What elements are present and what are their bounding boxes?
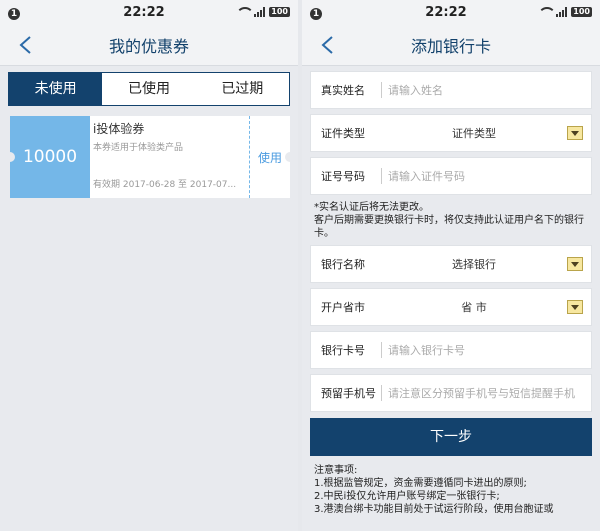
phone-row: 预留手机号 请注意区分预留手机号与短信提醒手机 — [310, 374, 592, 412]
status-time: 22:22 — [425, 4, 467, 20]
bank-row[interactable]: 银行名称 选择银行 — [310, 245, 592, 283]
notes-item: 2.中民i投仅允许用户账号绑定一张银行卡; — [314, 491, 500, 502]
coupon-tabs: 未使用 已使用 已过期 — [8, 72, 290, 106]
realname-note-line1: *实名认证后将无法更改。 — [314, 202, 429, 213]
signal-icon — [254, 7, 266, 17]
coupon-validity: 有效期 2017-06-28 至 2017-07... — [93, 180, 237, 190]
back-arrow-icon[interactable] — [18, 36, 32, 54]
coupon-body: i投体验券 本券适用于体验类产品 有效期 2017-06-28 至 2017-0… — [90, 116, 250, 198]
id-type-row[interactable]: 证件类型 证件类型 — [310, 114, 592, 152]
notes-title: 注意事项: — [314, 465, 358, 476]
coupon-amount: 10000 — [5, 116, 90, 198]
bank-card-form: 真实姓名 请输入姓名 证件类型 证件类型 证号号码 请输入证件号码 *实名认证后… — [302, 66, 600, 516]
name-row: 真实姓名 请输入姓名 — [310, 71, 592, 109]
status-time: 22:22 — [123, 4, 165, 20]
wifi-icon — [538, 7, 557, 17]
back-arrow-icon[interactable] — [320, 36, 334, 54]
dropdown-arrow-icon[interactable] — [567, 126, 583, 140]
card-number-label: 银行卡号 — [321, 344, 365, 357]
card-number-row: 银行卡号 请输入银行卡号 — [310, 331, 592, 369]
battery-icon: 100 — [269, 7, 290, 17]
dropdown-arrow-icon[interactable] — [567, 300, 583, 314]
phone-label: 预留手机号 — [321, 387, 376, 400]
nav-bar: 我的优惠券 — [0, 24, 298, 66]
coupon-title: i投体验券 — [93, 122, 145, 136]
city-label: 开户省市 — [321, 301, 365, 314]
dropdown-arrow-icon[interactable] — [567, 257, 583, 271]
bank-select[interactable]: 选择银行 — [381, 256, 567, 272]
tab-unused[interactable]: 未使用 — [9, 73, 103, 105]
add-bank-card-screen: 1 22:22 100 添加银行卡 真实姓名 请输入姓名 证件类型 证件类型 证… — [302, 0, 600, 531]
nav-bar: 添加银行卡 — [302, 24, 600, 66]
signal-icon — [556, 7, 568, 17]
realname-note: *实名认证后将无法更改。 客户后期需要更换银行卡时，将仅支持此认证用户名下的银行… — [310, 195, 592, 240]
name-input[interactable]: 请输入姓名 — [381, 82, 591, 98]
tab-expired[interactable]: 已过期 — [196, 73, 289, 105]
page-title: 添加银行卡 — [410, 36, 491, 56]
page-title: 我的优惠券 — [108, 36, 189, 56]
name-label: 真实姓名 — [321, 84, 365, 97]
use-coupon-button[interactable]: 使用 — [250, 116, 295, 198]
realname-note-line2: 客户后期需要更换银行卡时，将仅支持此认证用户名下的银行卡。 — [314, 215, 584, 239]
bank-label: 银行名称 — [321, 258, 365, 271]
app-root: 1 22:22 100 我的优惠券 未使用 已使用 已过期 10000 i投体验… — [0, 0, 600, 531]
id-type-label: 证件类型 — [321, 127, 365, 140]
coupons-screen: 1 22:22 100 我的优惠券 未使用 已使用 已过期 10000 i投体验… — [0, 0, 298, 531]
status-bar: 1 22:22 100 — [302, 0, 600, 24]
notes-item: 1.根据监管规定，资金需要遵循同卡进出的原则; — [314, 478, 527, 489]
phone-input[interactable]: 请注意区分预留手机号与短信提醒手机 — [381, 385, 591, 401]
coupon-card: 10000 i投体验券 本券适用于体验类产品 有效期 2017-06-28 至 … — [5, 116, 295, 198]
notes-section: 注意事项: 1.根据监管规定，资金需要遵循同卡进出的原则; 2.中民i投仅允许用… — [310, 456, 592, 516]
id-number-input[interactable]: 请输入证件号码 — [381, 168, 591, 184]
wifi-icon — [236, 7, 255, 17]
tab-used[interactable]: 已使用 — [102, 73, 195, 105]
notification-icon: 1 — [8, 7, 20, 20]
status-bar: 1 22:22 100 — [0, 0, 298, 24]
id-type-select[interactable]: 证件类型 — [381, 125, 567, 141]
city-row[interactable]: 开户省市 省 市 — [310, 288, 592, 326]
city-select[interactable]: 省 市 — [381, 299, 567, 315]
notification-icon: 1 — [310, 7, 322, 20]
battery-icon: 100 — [571, 7, 592, 17]
id-number-label: 证号号码 — [321, 170, 365, 183]
next-step-button[interactable]: 下一步 — [310, 418, 592, 456]
coupon-desc: 本券适用于体验类产品 — [93, 143, 184, 153]
card-number-input[interactable]: 请输入银行卡号 — [381, 342, 591, 358]
id-number-row: 证号号码 请输入证件号码 — [310, 157, 592, 195]
notes-item: 3.港澳台绑卡功能目前处于试运行阶段，使用台胞证或 — [314, 504, 554, 515]
